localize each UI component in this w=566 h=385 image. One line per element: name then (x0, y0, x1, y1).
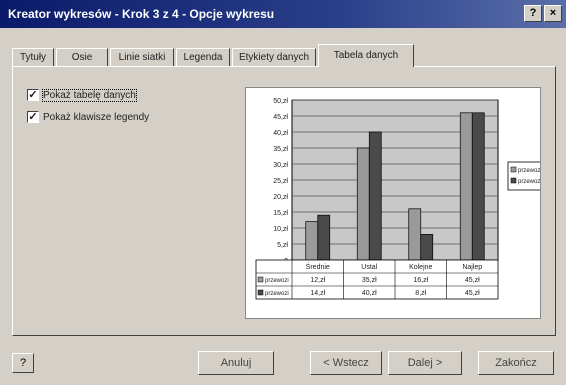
y-tick-label: 20,zł (273, 194, 288, 201)
show-data-table-label: Pokaż tabelę danych (42, 88, 137, 102)
legend-key (510, 166, 517, 173)
tab-data-table[interactable]: Tabela danych (318, 44, 414, 67)
help-title-button[interactable]: ? (524, 5, 542, 22)
y-tick-label: 40,zł (273, 130, 288, 137)
y-tick-label: 35,zł (273, 146, 288, 153)
legend-key (510, 177, 517, 184)
bar (305, 221, 319, 261)
next-button[interactable]: Dalej > (388, 351, 462, 375)
data-value: 14,zł (310, 290, 325, 297)
window-title: Kreator wykresów - Krok 3 z 4 - Opcje wy… (8, 7, 275, 21)
data-value: 45,zł (465, 277, 480, 284)
category-label: Średnie (306, 262, 330, 271)
y-tick-label: 15,zł (273, 210, 288, 217)
data-value: 35,zł (362, 277, 377, 284)
category-label: Najlep (462, 264, 482, 271)
table-legend-key (257, 276, 264, 283)
data-value: 8,zł (415, 290, 426, 297)
series-name: przewozi (265, 291, 289, 297)
y-tick-label: 50,zł (273, 98, 288, 105)
finish-button[interactable]: Zakończ (478, 351, 554, 375)
category-label: Ustal (361, 264, 377, 271)
close-button[interactable]: × (544, 5, 562, 22)
y-tick-label: 30,zł (273, 162, 288, 169)
checkbox-box[interactable]: ✓ (27, 111, 39, 123)
legend-label: przewozi (518, 168, 540, 174)
chart-wizard-dialog: Kreator wykresów - Krok 3 z 4 - Opcje wy… (0, 0, 566, 385)
data-value: 45,zł (465, 290, 480, 297)
show-data-table-checkbox[interactable]: ✓ Pokaż tabelę danych (27, 88, 137, 103)
data-value: 12,zł (310, 277, 325, 284)
show-legend-keys-label: Pokaż klawisze legendy (43, 111, 150, 123)
tab-panel: ✓ Pokaż tabelę danych ✓ Pokaż klawisze leg… (12, 66, 556, 336)
data-value: 40,zł (362, 290, 377, 297)
y-tick-label: 45,zł (273, 114, 288, 121)
bar (368, 131, 382, 261)
cancel-button[interactable]: Anuluj (198, 351, 274, 375)
chart-svg: 05,zł10,zł15,zł20,zł25,zł30,zł35,zł40,zł… (255, 98, 545, 300)
help-icon: ? (19, 357, 27, 369)
tab-data-labels[interactable]: Etykiety danych (232, 48, 316, 66)
help-button[interactable]: ? (12, 353, 34, 373)
show-legend-keys-checkbox[interactable]: ✓ Pokaż klawisze legendy (27, 111, 149, 125)
table-legend-key (257, 289, 264, 296)
bar (356, 147, 370, 261)
chart-preview: 05,zł10,zł15,zł20,zł25,zł30,zł35,zł40,zł… (245, 87, 545, 319)
bar (471, 112, 485, 261)
y-tick-label: 5,zł (277, 242, 288, 249)
data-value: 16,zł (413, 277, 428, 284)
series-name: przewozi (265, 278, 289, 284)
legend (507, 161, 545, 191)
y-tick-label: 25,zł (273, 178, 288, 185)
category-label: Kolejne (409, 264, 432, 271)
bar (317, 214, 331, 261)
bar (420, 234, 434, 261)
bar (408, 208, 422, 261)
title-bar: Kreator wykresów - Krok 3 z 4 - Opcje wy… (0, 0, 566, 28)
checkbox-box[interactable]: ✓ (27, 89, 39, 101)
tab-gridlines[interactable]: Linie siatki (110, 48, 174, 66)
tab-legend[interactable]: Legenda (176, 48, 230, 66)
tab-axes[interactable]: Osie (56, 48, 108, 66)
back-button[interactable]: < Wstecz (310, 351, 382, 375)
y-tick-label: 10,zł (273, 226, 288, 233)
tab-titles[interactable]: Tytuły (12, 48, 54, 66)
legend-label: przewozi (518, 179, 540, 185)
bar (459, 112, 473, 261)
